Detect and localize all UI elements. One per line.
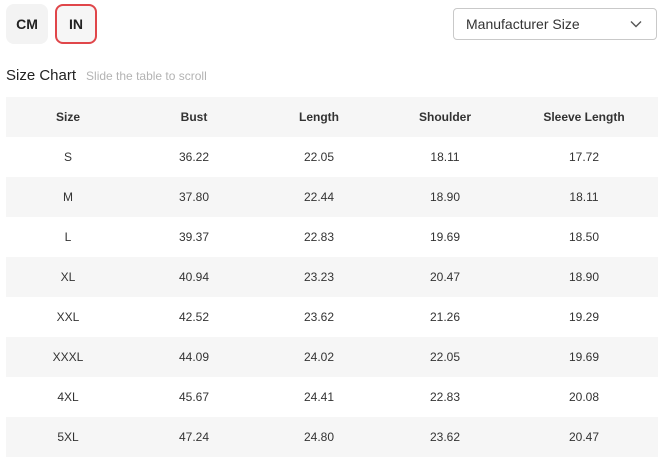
table-row: L 39.37 22.83 19.69 18.50 [6, 217, 658, 257]
cell-bust: 45.67 [178, 390, 210, 404]
cell-size: M [63, 190, 73, 204]
cell-shoulder: 18.11 [430, 150, 460, 164]
table-row: XXL 42.52 23.62 21.26 19.29 [6, 297, 658, 337]
cell-sleeve-length: 19.69 [568, 350, 600, 364]
column-header-bust: Bust [180, 110, 208, 124]
cell-length: 24.80 [303, 430, 335, 444]
cell-bust: 44.09 [178, 350, 210, 364]
cell-bust: 42.52 [178, 310, 210, 324]
cell-sleeve-length: 18.11 [569, 190, 599, 204]
cell-sleeve-length: 20.08 [568, 390, 600, 404]
table-row: XL 40.94 23.23 20.47 18.90 [6, 257, 658, 297]
cell-size: 5XL [57, 430, 79, 444]
table-row: XXXL 44.09 24.02 22.05 19.69 [6, 337, 658, 377]
cell-length: 22.44 [303, 190, 335, 204]
cell-sleeve-length: 19.29 [568, 310, 600, 324]
size-chart-heading: Size Chart Slide the table to scroll [6, 67, 207, 84]
cell-shoulder: 23.62 [429, 430, 461, 444]
cell-bust: 36.22 [178, 150, 210, 164]
cell-size: L [64, 230, 72, 244]
size-chart-title: Size Chart [6, 67, 77, 84]
cell-length: 24.41 [303, 390, 335, 404]
cell-length: 22.83 [303, 230, 335, 244]
cell-length: 24.02 [303, 350, 335, 364]
cell-sleeve-length: 20.47 [568, 430, 600, 444]
cell-bust: 37.80 [178, 190, 210, 204]
cell-length: 23.23 [303, 270, 335, 284]
cell-sleeve-length: 18.90 [568, 270, 600, 284]
cell-length: 23.62 [303, 310, 335, 324]
unit-cm-button[interactable]: CM [6, 4, 48, 44]
cell-size: S [63, 150, 72, 164]
cell-size: XL [60, 270, 76, 284]
cell-size: XXXL [52, 350, 84, 364]
cell-shoulder: 19.69 [429, 230, 461, 244]
scroll-hint: Slide the table to scroll [86, 69, 207, 83]
cell-size: XXL [56, 310, 80, 324]
column-header-length: Length [299, 110, 339, 124]
table-row: 4XL 45.67 24.41 22.83 20.08 [6, 377, 658, 417]
table-row: 5XL 47.24 24.80 23.62 20.47 [6, 417, 658, 457]
column-header-size: Size [55, 110, 80, 124]
cell-shoulder: 20.47 [429, 270, 461, 284]
cell-sleeve-length: 18.50 [568, 230, 600, 244]
cell-bust: 47.24 [178, 430, 210, 444]
cell-bust: 39.37 [178, 230, 210, 244]
table-row: S 36.22 22.05 18.11 17.72 [6, 137, 658, 177]
cell-shoulder: 22.05 [429, 350, 461, 364]
cell-size: 4XL [57, 390, 79, 404]
cell-length: 22.05 [303, 150, 335, 164]
unit-in-button[interactable]: IN [55, 4, 97, 44]
size-type-value: Manufacturer Size [466, 16, 580, 32]
cell-bust: 40.94 [178, 270, 210, 284]
table-header-row: Size Bust Length Shoulder Sleeve Length [6, 97, 658, 137]
table-row: M 37.80 22.44 18.90 18.11 [6, 177, 658, 217]
chevron-down-icon [630, 21, 642, 28]
cell-shoulder: 18.90 [429, 190, 461, 204]
cell-sleeve-length: 17.72 [568, 150, 600, 164]
cell-shoulder: 22.83 [429, 390, 461, 404]
column-header-sleeve-length: Sleeve Length [543, 110, 625, 124]
column-header-shoulder: Shoulder [418, 110, 471, 124]
cell-shoulder: 21.26 [429, 310, 461, 324]
size-chart-table[interactable]: Size Bust Length Shoulder Sleeve Length … [6, 97, 658, 457]
size-type-dropdown[interactable]: Manufacturer Size [453, 8, 657, 40]
